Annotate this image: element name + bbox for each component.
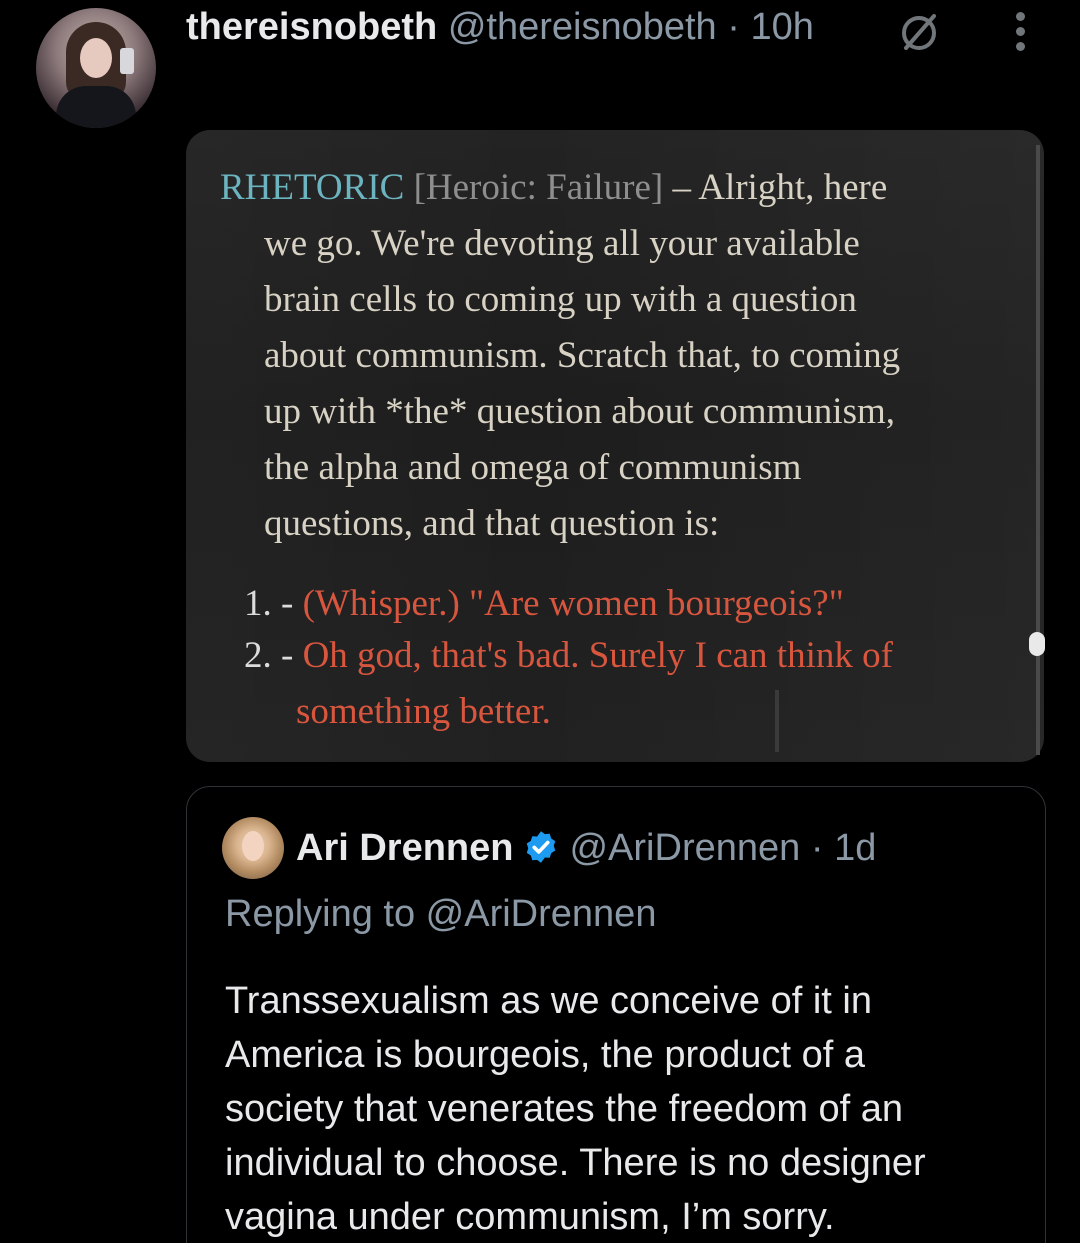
dialogue-line-4: up with *the* question about communism, <box>264 391 896 432</box>
header-separator: · <box>727 6 740 48</box>
tweet-timestamp[interactable]: 10h <box>750 6 813 48</box>
dialogue-first-line: RHETORIC [Heroic: Failure] – Alright, he… <box>220 160 887 216</box>
dialogue-line-2: brain cells to coming up with a question <box>264 279 857 320</box>
option-text: Oh god, that's bad. Surely I can think o… <box>302 635 893 676</box>
dialogue-line-6: questions, and that question is: <box>264 503 720 544</box>
option-text: (Whisper.) "Are women bourgeois?" <box>302 583 844 624</box>
quoted-tweet-text: Transsexualism as we conceive of it in A… <box>225 974 926 1243</box>
dialogue-line-3: about communism. Scratch that, to coming <box>264 335 901 376</box>
image-divider <box>775 690 779 752</box>
verified-badge-icon <box>527 831 556 863</box>
avatar-face <box>242 831 264 861</box>
author-display-name[interactable]: thereisnobeth <box>186 6 437 48</box>
quoted-author-handle[interactable]: @AriDrennen <box>569 827 800 869</box>
author-handle[interactable]: @thereisnobeth <box>448 6 717 48</box>
skill-name: RHETORIC <box>220 167 405 208</box>
option-number: 2. - <box>244 635 294 676</box>
tweet-header: thereisnobeth @thereisnobeth · 10h <box>186 2 814 52</box>
circle-slash-icon <box>902 14 936 50</box>
dialogue-line-5: the alpha and omega of communism <box>264 447 802 488</box>
quoted-tweet-header: Ari Drennen @AriDrennen · 1d <box>296 822 876 874</box>
dialogue-option-2-continuation: something better. <box>296 691 551 732</box>
avatar-phone <box>120 48 134 74</box>
dialogue-line-1: we go. We're devoting all your available <box>264 223 860 264</box>
quoted-text-line: vagina under communism, I’m sorry. <box>225 1196 835 1238</box>
avatar-dress <box>56 86 136 128</box>
more-vertical-icon[interactable] <box>1006 10 1036 54</box>
user-avatar[interactable] <box>36 8 156 128</box>
dialogue-option-1: 1. - (Whisper.) "Are women bourgeois?" <box>244 576 844 632</box>
quoted-separator: · <box>810 827 824 869</box>
quoted-user-avatar[interactable] <box>222 817 284 879</box>
replying-to[interactable]: Replying to @AriDrennen <box>225 888 656 940</box>
image-scrollbar-thumb <box>1029 632 1045 656</box>
quoted-text-line: society that venerates the freedom of an <box>225 1088 904 1130</box>
avatar-face <box>80 38 112 78</box>
dialogue-line-0: Alright, here <box>698 167 888 208</box>
quoted-text-line: Transsexualism as we conceive of it in <box>225 980 872 1022</box>
quoted-author-name[interactable]: Ari Drennen <box>296 827 513 869</box>
quoted-timestamp[interactable]: 1d <box>834 827 876 869</box>
dialogue-option-2: 2. - Oh god, that's bad. Surely I can th… <box>244 628 893 684</box>
dialogue-dash: – <box>672 167 692 208</box>
option-number: 1. - <box>244 583 294 624</box>
quoted-text-line: individual to choose. There is no design… <box>225 1142 926 1184</box>
quoted-text-line: America is bourgeois, the product of a <box>225 1034 866 1076</box>
skill-check: [Heroic: Failure] <box>413 167 664 208</box>
image-scrollbar-track <box>1036 145 1040 755</box>
